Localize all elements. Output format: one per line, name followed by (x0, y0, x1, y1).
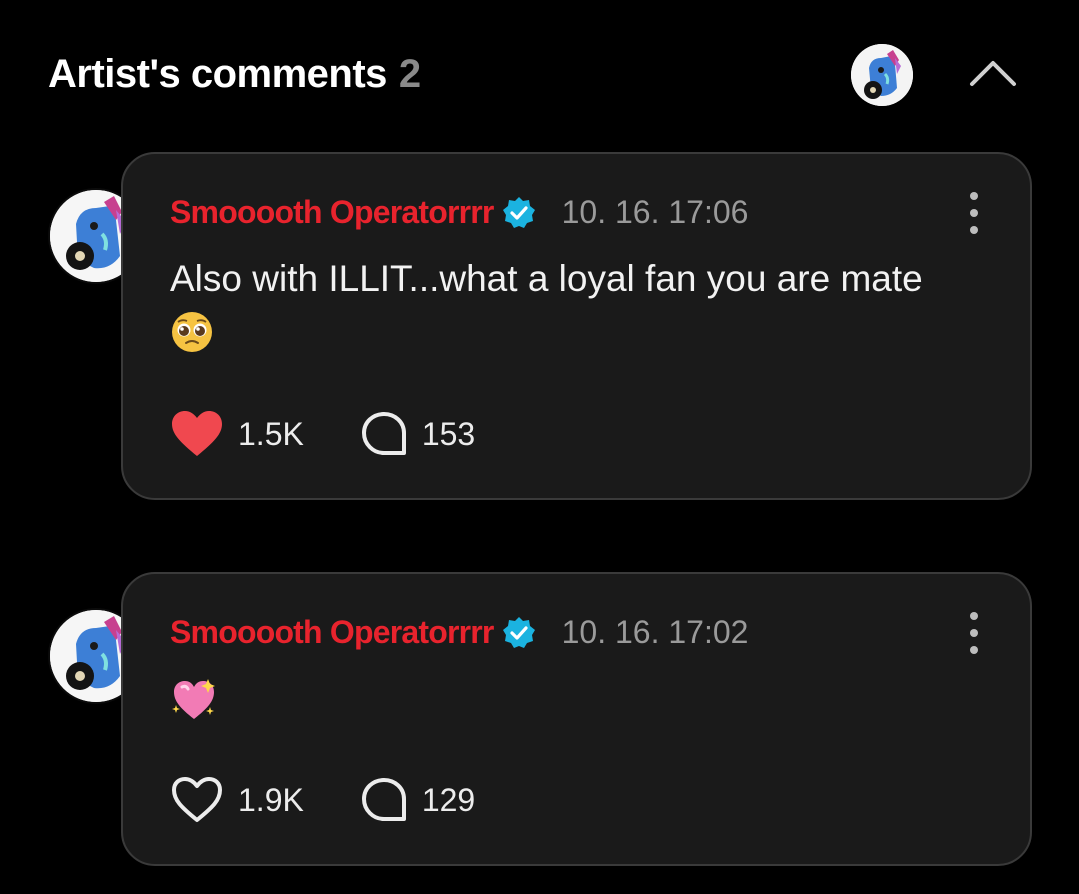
comment-item: Smooooth Operatorrrr 10. 16. 17:06 Also … (0, 152, 1079, 500)
more-dot-icon (970, 629, 978, 637)
comment-count: 2 (398, 52, 421, 96)
heart-filled-icon (172, 411, 222, 456)
comment-timestamp: 10. 16. 17:06 (561, 194, 749, 230)
more-options-button[interactable] (962, 612, 986, 654)
like-button[interactable]: 1.9K (170, 776, 304, 824)
comment-body: Also with ILLIT...what a loyal fan you a… (170, 258, 923, 299)
sparkling-heart-emoji-icon (172, 679, 215, 720)
comment-meta: Smooooth Operatorrrr 10. 16. 17:02 (170, 614, 748, 651)
more-dot-icon (970, 209, 978, 217)
speech-bubble-icon (361, 412, 406, 455)
comment-card: Smooooth Operatorrrr 10. 16. 17:02 1.9K … (121, 572, 1032, 866)
author-name[interactable]: Smooooth Operatorrrr (170, 614, 494, 651)
comment-actions: 1.5K 153 (170, 410, 531, 458)
reply-button[interactable]: 129 (360, 777, 475, 823)
artist-comments-screen: Artist's comments 2 Smooooth Operatorrrr… (0, 0, 1079, 894)
section-title: Artist's comments 2 (48, 52, 421, 97)
pleading-face-emoji-icon (172, 312, 212, 353)
heart-outline-icon (172, 777, 222, 822)
verified-badge-icon (502, 196, 535, 228)
reply-count: 153 (421, 415, 476, 452)
speech-bubble-icon (361, 778, 406, 821)
chevron-up-icon (970, 61, 1016, 86)
verified-badge-icon (502, 616, 535, 648)
collapse-button[interactable] (962, 50, 1024, 96)
more-dot-icon (970, 226, 978, 234)
author-name[interactable]: Smooooth Operatorrrr (170, 194, 494, 231)
artist-avatar[interactable] (851, 44, 913, 106)
like-count: 1.9K (238, 781, 304, 818)
like-button[interactable]: 1.5K (170, 410, 304, 458)
more-options-button[interactable] (962, 192, 986, 234)
comment-item: Smooooth Operatorrrr 10. 16. 17:02 1.9K … (0, 572, 1079, 866)
like-count: 1.5K (238, 415, 304, 452)
reply-button[interactable]: 153 (360, 411, 475, 457)
more-dot-icon (970, 612, 978, 620)
reply-count: 129 (421, 781, 476, 818)
comment-meta: Smooooth Operatorrrr 10. 16. 17:06 (170, 194, 748, 231)
section-title-label: Artist's comments (48, 52, 387, 96)
more-dot-icon (970, 646, 978, 654)
comment-text (170, 672, 950, 726)
more-dot-icon (970, 192, 978, 200)
comment-text: Also with ILLIT...what a loyal fan you a… (170, 252, 950, 360)
section-header: Artist's comments 2 (0, 0, 1079, 150)
comment-actions: 1.9K 129 (170, 776, 531, 824)
comment-timestamp: 10. 16. 17:02 (561, 614, 749, 650)
comment-card: Smooooth Operatorrrr 10. 16. 17:06 Also … (121, 152, 1032, 500)
